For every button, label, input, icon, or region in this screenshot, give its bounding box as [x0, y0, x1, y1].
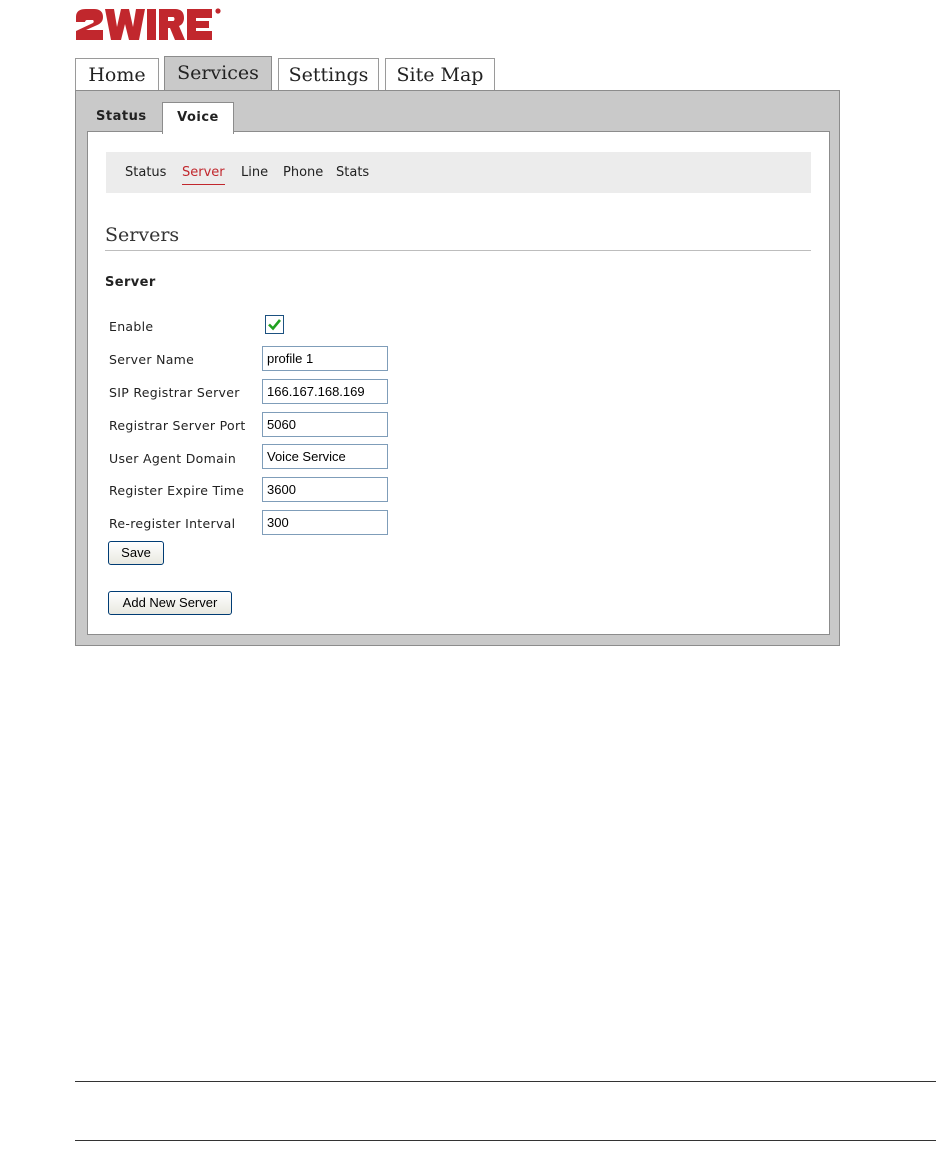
- enable-checkbox[interactable]: [265, 315, 284, 334]
- voice-content-panel: Status Server Line Phone Stats Servers S…: [87, 131, 830, 635]
- tab-home[interactable]: Home: [75, 58, 159, 90]
- save-button[interactable]: Save: [108, 541, 164, 565]
- register-expire-time-input[interactable]: 3600: [262, 477, 388, 502]
- sip-registrar-server-input[interactable]: 166.167.168.169: [262, 379, 388, 404]
- check-icon: [268, 319, 282, 331]
- registrar-server-port-label: Registrar Server Port: [109, 418, 246, 433]
- page-title: Servers: [105, 224, 180, 246]
- section-nav: Status Server Line Phone Stats: [106, 152, 811, 193]
- tab-site-map[interactable]: Site Map: [385, 58, 495, 90]
- title-divider: [105, 250, 811, 251]
- nav-link-stats[interactable]: Stats: [336, 165, 369, 181]
- nav-link-status[interactable]: Status: [125, 165, 166, 181]
- 2wire-logo: [74, 7, 224, 43]
- subtab-status[interactable]: Status: [96, 102, 147, 132]
- user-agent-domain-label: User Agent Domain: [109, 451, 237, 466]
- add-new-server-button[interactable]: Add New Server: [108, 591, 232, 615]
- reregister-interval-label: Re-register Interval: [109, 516, 236, 531]
- services-panel: Status Voice Status Server Line Phone St…: [75, 90, 840, 646]
- user-agent-domain-input[interactable]: Voice Service: [262, 444, 388, 469]
- server-name-label: Server Name: [109, 352, 195, 367]
- tab-services[interactable]: Services: [164, 56, 272, 92]
- footer-rule-top: [75, 1081, 936, 1082]
- register-expire-time-label: Register Expire Time: [109, 483, 245, 498]
- nav-link-server[interactable]: Server: [182, 165, 225, 185]
- server-name-input[interactable]: profile 1: [262, 346, 388, 371]
- subtab-voice[interactable]: Voice: [162, 102, 234, 134]
- registrar-server-port-input[interactable]: 5060: [262, 412, 388, 437]
- nav-link-phone[interactable]: Phone: [283, 165, 323, 181]
- footer-rule-bottom: [75, 1140, 936, 1141]
- sip-registrar-server-label: SIP Registrar Server: [109, 385, 240, 400]
- tab-settings[interactable]: Settings: [278, 58, 379, 90]
- enable-label: Enable: [109, 319, 154, 334]
- nav-link-line[interactable]: Line: [241, 165, 268, 181]
- section-heading: Server: [105, 275, 156, 290]
- reregister-interval-input[interactable]: 300: [262, 510, 388, 535]
